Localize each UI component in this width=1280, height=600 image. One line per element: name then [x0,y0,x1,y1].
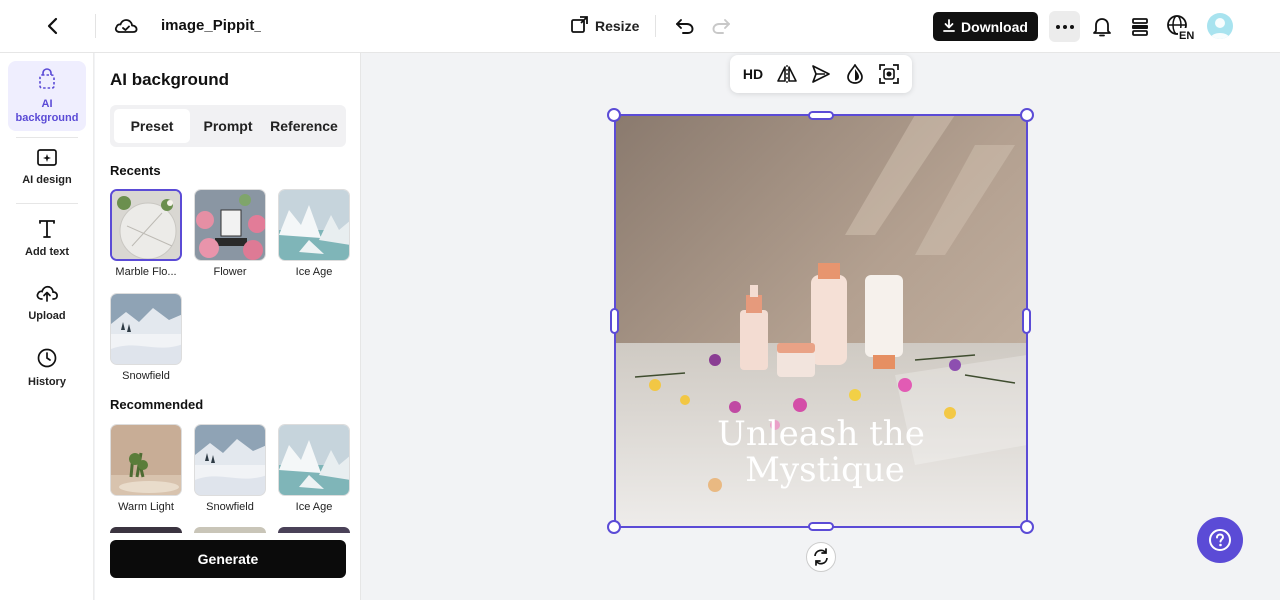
help-icon[interactable] [1197,517,1243,563]
language-code: EN [1179,30,1194,41]
image-toolbar: HD [730,55,912,93]
resize-handle-bottom[interactable] [808,522,834,531]
resize-label: Resize [595,18,640,34]
preset-label: Flower [213,266,247,278]
focus-icon[interactable] [875,60,903,88]
tab-prompt[interactable]: Prompt [190,109,266,143]
undo-icon[interactable] [672,13,698,39]
drop-icon[interactable] [841,60,869,88]
preset-label: Ice Age [295,501,333,513]
ai-background-panel: AI background Preset Prompt Reference Re… [95,53,361,600]
preset-thumb-partial [110,527,182,533]
resize-handle-right[interactable] [1022,308,1031,334]
flip-icon[interactable] [773,60,801,88]
back-arrow-icon[interactable] [40,13,66,39]
text-icon [37,219,57,242]
resize-icon [570,15,588,37]
resize-handle-bottom-left[interactable] [607,520,621,534]
resize-handle-left[interactable] [610,308,619,334]
resize-handle-top-right[interactable] [1020,108,1034,122]
marble-flower-image [110,189,182,261]
resize-handle-top[interactable] [808,111,834,120]
bag-icon [36,68,58,93]
preset-thumb-warm-light[interactable]: Warm Light [110,424,182,513]
rail-item-ai-background[interactable]: AI background [8,61,86,131]
preset-label: Ice Age [295,266,333,278]
rail-label: Upload [28,310,66,322]
layers-icon[interactable] [1126,13,1154,41]
rotate-icon[interactable] [806,542,836,572]
download-button[interactable]: Download [933,12,1038,41]
image-sparkle-icon [36,147,58,170]
preset-thumb-ice-age-rec[interactable]: Ice Age [278,424,350,513]
resize-button[interactable]: Resize [570,13,639,39]
send-icon[interactable] [807,60,835,88]
snowfield-image [194,424,266,496]
recommended-title: Recommended [110,397,204,412]
bell-icon[interactable] [1088,13,1116,41]
snowfield-image [110,293,182,365]
preset-thumb-snowfield[interactable]: Snowfield [110,293,182,382]
rail-label: AI design [22,174,72,186]
rail-label: History [28,376,66,388]
divider [95,14,96,38]
preset-label: Snowfield [206,501,254,513]
divider [16,203,78,204]
project-title[interactable]: image_Pippit_20 [161,17,261,34]
rail-item-ai-design[interactable]: AI design [8,147,86,191]
rail-item-add-text[interactable]: Add text [8,219,86,263]
product-photo: Unleash the Mystique [615,115,1027,527]
preset-thumb-flower[interactable]: Flower [194,189,266,278]
rail-label: Add text [25,246,69,258]
preset-thumb-marble-flower[interactable]: Marble Flo... [110,189,182,278]
headline-line-2: Mystique [745,450,905,490]
recents-title: Recents [110,163,161,178]
more-options-icon[interactable] [1049,11,1080,42]
preset-thumb-partial [278,527,350,533]
generate-button[interactable]: Generate [110,540,346,578]
clock-icon [36,347,58,372]
headline-line-1: Unleash the [717,414,925,454]
preset-label: Warm Light [118,501,174,513]
design-canvas[interactable]: Unleash the Mystique [615,115,1027,527]
tool-rail: AI background AI design Add text Upload … [0,53,94,600]
avatar[interactable] [1207,13,1233,39]
preset-label: Marble Flo... [115,266,177,278]
flower-image [194,189,266,261]
tab-reference[interactable]: Reference [266,109,342,143]
language-icon[interactable]: EN [1164,12,1196,42]
ice-age-image [278,424,350,496]
cloud-upload-icon [35,283,59,306]
tab-preset[interactable]: Preset [114,109,190,143]
top-bar: image_Pippit_20 Resize Download EN [0,0,1280,53]
preset-thumb-ice-age[interactable]: Ice Age [278,189,350,278]
cloud-sync-icon[interactable] [113,13,139,39]
rail-label: AI background [15,98,79,124]
download-label: Download [961,18,1028,35]
redo-icon[interactable] [708,13,734,39]
rail-item-history[interactable]: History [8,347,86,391]
panel-title: AI background [110,70,230,89]
preset-label: Snowfield [122,370,170,382]
preset-thumb-partial [194,527,266,533]
download-icon [943,18,955,35]
preset-thumb-snowfield-rec[interactable]: Snowfield [194,424,266,513]
hd-button[interactable]: HD [739,60,767,88]
resize-handle-bottom-right[interactable] [1020,520,1034,534]
resize-handle-top-left[interactable] [607,108,621,122]
warm-light-image [110,424,182,496]
ice-age-image [278,189,350,261]
divider [16,137,78,138]
rail-item-upload[interactable]: Upload [8,283,86,327]
divider [655,15,656,37]
panel-tabs: Preset Prompt Reference [110,105,346,147]
